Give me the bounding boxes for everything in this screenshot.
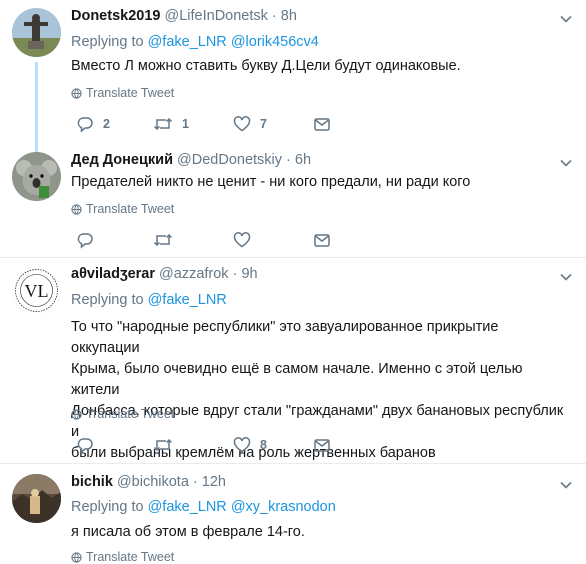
tweet-4[interactable]: bichik @bichikota · 12h Replying to @fak… — [0, 464, 586, 564]
replying-to-label: Replying to — [71, 34, 144, 50]
user-handle[interactable]: @azzafrok — [159, 266, 229, 282]
tweet-actions: 8 — [71, 435, 341, 455]
avatar[interactable] — [12, 8, 61, 57]
translate-label: Translate Tweet — [86, 550, 175, 564]
display-name[interactable]: aθviladʒerar — [71, 266, 155, 282]
avatar[interactable]: VL — [12, 266, 61, 315]
message-icon — [314, 439, 330, 452]
landscape-avatar-image — [12, 474, 61, 523]
globe-icon — [71, 204, 82, 215]
like-button[interactable] — [233, 230, 260, 250]
user-handle[interactable]: @LifeInDonetsk — [165, 8, 268, 24]
tweet-text-line: То что "народные республики" это завуали… — [71, 319, 499, 356]
like-button[interactable]: 8 — [233, 435, 267, 455]
tweet-actions — [71, 230, 341, 250]
retweet-button[interactable] — [153, 435, 182, 455]
translate-tweet-link[interactable]: Translate Tweet — [71, 550, 174, 564]
mention-link[interactable]: @lorik456cv4 — [231, 34, 319, 50]
message-icon — [314, 234, 330, 247]
chevron-down-icon[interactable] — [560, 157, 572, 169]
like-button[interactable]: 7 — [233, 114, 267, 134]
reply-button[interactable] — [76, 230, 103, 250]
globe-icon — [71, 409, 82, 420]
translate-tweet-link[interactable]: Translate Tweet — [71, 407, 174, 421]
tweet-text-line: Крыма, было очевидно ещё в самом начале.… — [71, 361, 523, 398]
translate-label: Translate Tweet — [86, 407, 175, 421]
message-button[interactable] — [313, 230, 331, 250]
reply-count: 2 — [103, 117, 110, 131]
chevron-down-icon[interactable] — [560, 271, 572, 283]
translate-label: Translate Tweet — [86, 86, 175, 100]
globe-icon — [71, 552, 82, 563]
retweet-count: 1 — [182, 117, 189, 131]
tweet-text: Вместо Л можно ставить букву Д.Цели буду… — [71, 58, 461, 74]
timestamp[interactable]: 8h — [281, 8, 297, 24]
avatar[interactable] — [12, 474, 61, 523]
mention-link[interactable]: @fake_LNR — [148, 292, 227, 308]
user-handle[interactable]: @bichikota — [117, 474, 189, 490]
tweet-text: Предателей никто не ценит - ни кого пред… — [71, 174, 471, 190]
timestamp[interactable]: 12h — [202, 474, 226, 490]
replying-to: Replying to @fake_LNR — [71, 292, 227, 308]
retweet-button[interactable] — [153, 230, 182, 250]
replying-to-label: Replying to — [71, 499, 144, 515]
like-icon — [233, 116, 251, 132]
message-icon — [314, 118, 330, 131]
like-icon — [233, 232, 251, 248]
message-button[interactable] — [313, 114, 331, 134]
replying-to: Replying to @fake_LNR @xy_krasnodon — [71, 499, 336, 515]
vl-logo-avatar-image: VL — [12, 266, 61, 315]
reply-icon — [77, 233, 93, 249]
retweet-button[interactable]: 1 — [153, 114, 189, 134]
translate-tweet-link[interactable]: Translate Tweet — [71, 202, 174, 216]
reply-button[interactable]: 2 — [76, 114, 110, 134]
translate-tweet-link[interactable]: Translate Tweet — [71, 86, 174, 100]
reply-icon — [77, 438, 93, 454]
separator-dot: · — [192, 474, 198, 490]
retweet-icon — [153, 438, 173, 452]
translate-label: Translate Tweet — [86, 202, 175, 216]
tweet-header: bichik @bichikota · 12h — [71, 474, 226, 490]
reply-button[interactable] — [76, 435, 103, 455]
chevron-down-icon[interactable] — [560, 479, 572, 491]
tweet-2[interactable]: Дед Донецкий @DedDonetskiy · 6h Предател… — [0, 142, 586, 256]
tweet-3[interactable]: VL aθviladʒerar @azzafrok · 9h Replying … — [0, 258, 586, 461]
timestamp[interactable]: 6h — [295, 152, 311, 168]
replying-to: Replying to @fake_LNR @lorik456cv4 — [71, 34, 319, 50]
separator-dot: · — [232, 266, 238, 282]
message-button[interactable] — [313, 435, 331, 455]
tweet-header: Donetsk2019 @LifeInDonetsk · 8h — [71, 8, 297, 24]
display-name[interactable]: Donetsk2019 — [71, 8, 160, 24]
tweet-1[interactable]: Donetsk2019 @LifeInDonetsk · 8h Replying… — [0, 0, 586, 152]
retweet-icon — [153, 233, 173, 247]
user-handle[interactable]: @DedDonetskiy — [177, 152, 282, 168]
separator-dot: · — [271, 8, 277, 24]
retweet-icon — [153, 117, 173, 131]
tweet-header: Дед Донецкий @DedDonetskiy · 6h — [71, 152, 311, 168]
like-count: 7 — [260, 117, 267, 131]
like-count: 8 — [260, 438, 267, 452]
replying-to-label: Replying to — [71, 292, 144, 308]
globe-icon — [71, 88, 82, 99]
koala-avatar-image — [12, 152, 61, 201]
mention-link[interactable]: @xy_krasnodon — [231, 499, 336, 515]
mention-link[interactable]: @fake_LNR — [148, 34, 227, 50]
timestamp[interactable]: 9h — [241, 266, 257, 282]
avatar-logo-letters: VL — [25, 281, 49, 301]
like-icon — [233, 437, 251, 453]
tweet-text: я писала об этом в феврале 14-го. — [71, 524, 305, 540]
statue-avatar-image — [12, 8, 61, 57]
tweet-header: aθviladʒerar @azzafrok · 9h — [71, 266, 258, 282]
display-name[interactable]: bichik — [71, 474, 113, 490]
thread-line — [35, 62, 38, 152]
tweet-actions: 2 1 7 — [71, 114, 341, 134]
separator-dot: · — [286, 152, 291, 168]
display-name[interactable]: Дед Донецкий — [71, 152, 173, 168]
mention-link[interactable]: @fake_LNR — [148, 499, 227, 515]
chevron-down-icon[interactable] — [560, 13, 572, 25]
reply-icon — [77, 117, 93, 133]
avatar[interactable] — [12, 152, 61, 201]
